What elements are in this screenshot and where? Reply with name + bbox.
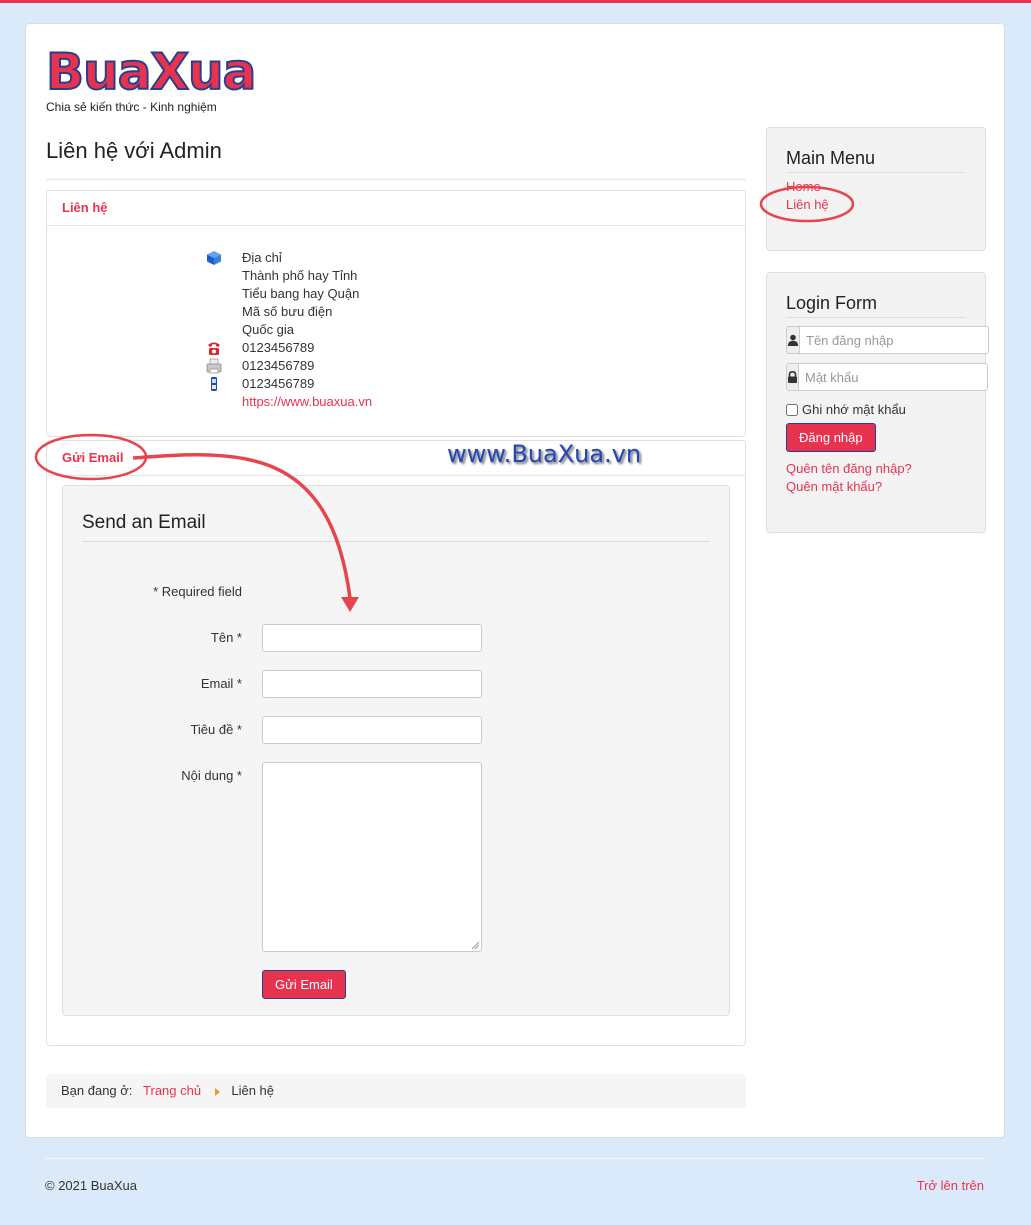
- contact-panel-header[interactable]: Liên hệ: [47, 191, 745, 226]
- footer-divider: [45, 1158, 985, 1159]
- password-input[interactable]: [798, 363, 988, 391]
- forgot-username-link[interactable]: Quên tên đăng nhập?: [786, 461, 912, 476]
- name-input[interactable]: [262, 624, 482, 652]
- required-field-note: * Required field: [153, 584, 242, 599]
- email-form: Send an Email * Required field Tên * Ema…: [62, 485, 730, 1016]
- remember-me-label: Ghi nhớ mật khẩu: [802, 402, 906, 417]
- contact-panel: Liên hệ Địa chỉ Thành phố hay Tỉnh Tiểu …: [46, 190, 746, 437]
- mobile-phone-icon: [211, 377, 217, 391]
- main-menu-divider: [786, 172, 966, 173]
- email-label: Email *: [200, 676, 242, 691]
- login-form-divider: [786, 317, 966, 318]
- contact-state-line: Tiểu bang hay Quận: [242, 286, 360, 301]
- resize-handle-icon[interactable]: [471, 941, 480, 950]
- back-to-top-link[interactable]: Trở lên trên: [917, 1178, 984, 1193]
- page-title: Liên hệ với Admin: [46, 138, 222, 163]
- message-label: Nội dung *: [181, 768, 242, 783]
- contact-country-line: Quốc gia: [242, 322, 295, 337]
- name-label: Tên *: [210, 630, 242, 645]
- main-menu-module: Main Menu Home Liên hệ: [766, 127, 986, 251]
- site-tagline: Chia sẻ kiến thức - Kinh nghiệm: [46, 100, 217, 114]
- password-group: [786, 363, 988, 391]
- main-menu-title: Main Menu: [786, 148, 876, 168]
- contact-details: Địa chỉ Thành phố hay Tỉnh Tiểu bang hay…: [206, 249, 372, 411]
- contact-city-line: Thành phố hay Tỉnh: [242, 268, 358, 283]
- username-input[interactable]: [799, 326, 989, 354]
- send-email-button[interactable]: Gửi Email: [262, 970, 346, 999]
- username-group: [786, 326, 989, 354]
- logo-text: BuaXua: [45, 42, 257, 102]
- user-icon: [786, 326, 799, 354]
- menu-item-home[interactable]: Home: [786, 179, 821, 194]
- email-panel-heading: Gửi Email: [62, 450, 124, 465]
- site-watermark: www.BuaXua.vn: [447, 440, 642, 468]
- lock-icon: [786, 363, 798, 391]
- contact-address-line: Địa chỉ: [207, 249, 372, 267]
- login-button[interactable]: Đăng nhập: [786, 423, 876, 452]
- remember-me[interactable]: Ghi nhớ mật khẩu: [786, 402, 906, 417]
- contact-telephone-line: 0123456789: [208, 339, 372, 357]
- email-form-divider: [82, 541, 710, 542]
- contact-panel-heading: Liên hệ: [62, 200, 108, 215]
- contact-mobile-line: 0123456789: [211, 375, 372, 393]
- email-input[interactable]: [262, 670, 482, 698]
- telephone-icon: [208, 342, 220, 355]
- site-logo[interactable]: BuaXua: [45, 42, 257, 102]
- footer-copyright: © 2021 BuaXua: [45, 1178, 137, 1193]
- address-icon: [207, 251, 221, 265]
- title-divider: [46, 179, 746, 180]
- remember-me-checkbox[interactable]: [786, 403, 798, 416]
- breadcrumb-prefix: Bạn đang ở:: [61, 1083, 133, 1098]
- contact-postcode-line: Mã số bưu điện: [242, 304, 333, 319]
- breadcrumb-home-link[interactable]: Trang chủ: [143, 1083, 201, 1098]
- website-link[interactable]: https://www.buaxua.vn: [242, 394, 372, 409]
- forgot-password-link[interactable]: Quên mật khẩu?: [786, 479, 882, 494]
- login-form-title: Login Form: [786, 293, 878, 313]
- email-form-title: Send an Email: [82, 512, 206, 533]
- subject-label: Tiêu đề *: [190, 722, 242, 737]
- menu-item-lien-he[interactable]: Liên hệ: [786, 197, 829, 212]
- breadcrumb-current: Liên hệ: [231, 1083, 274, 1098]
- breadcrumb: Bạn đang ở: Trang chủ Liên hệ: [46, 1074, 746, 1108]
- fax-icon: [206, 358, 222, 374]
- email-panel: Gửi Email Send an Email * Required field…: [46, 440, 746, 1046]
- contact-fax-line: 0123456789: [206, 357, 372, 375]
- top-accent-bar: [0, 0, 1031, 3]
- message-textarea[interactable]: [262, 762, 482, 952]
- login-form-module: Login Form Ghi nhớ mật khẩu Đăng nhập Qu…: [766, 272, 989, 533]
- page-container: BuaXua Chia sẻ kiến thức - Kinh nghiệm L…: [25, 23, 1005, 1138]
- breadcrumb-separator-icon: [214, 1087, 220, 1096]
- contact-website-line: https://www.buaxua.vn: [242, 393, 372, 411]
- subject-input[interactable]: [262, 716, 482, 744]
